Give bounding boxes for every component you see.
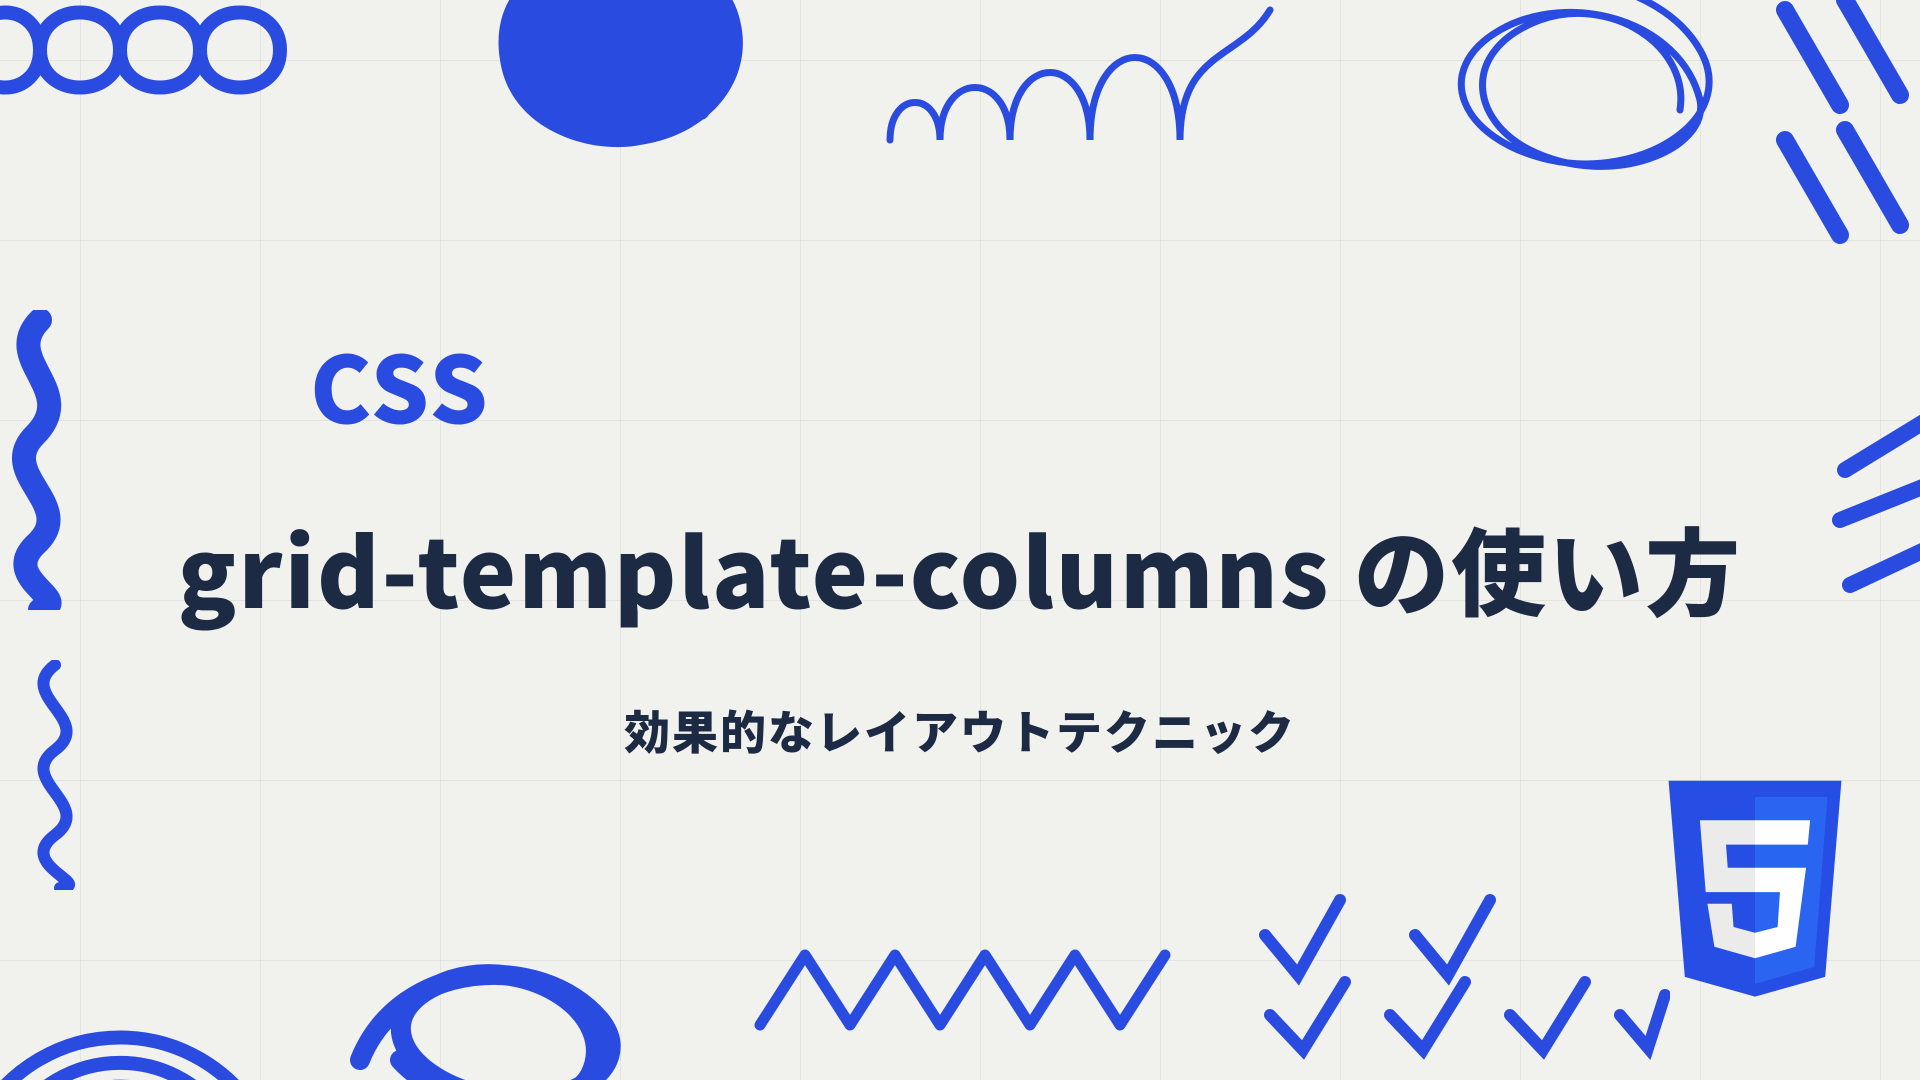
- category-label: CSS: [310, 317, 490, 450]
- page-title: grid-template-columns の使い方: [178, 490, 1742, 647]
- page-subtitle: 効果的なレイアウトテクニック: [624, 697, 1296, 763]
- content-area: CSS grid-template-columns の使い方 効果的なレイアウト…: [0, 0, 1920, 1080]
